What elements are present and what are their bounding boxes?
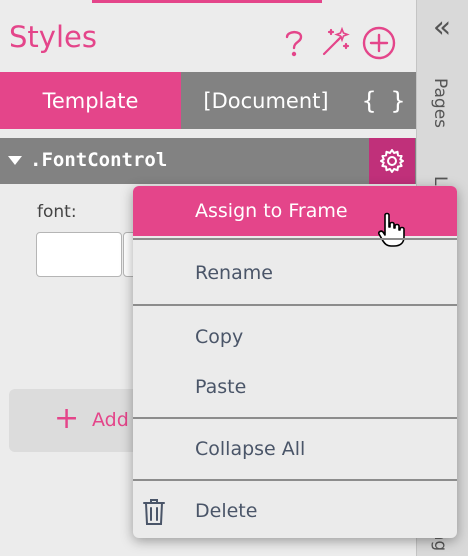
menu-item-copy[interactable]: Copy bbox=[133, 312, 457, 362]
tab-code-braces[interactable]: { } bbox=[351, 72, 416, 129]
triangle-down-icon[interactable] bbox=[6, 148, 24, 172]
menu-separator bbox=[133, 304, 457, 306]
gear-icon bbox=[380, 149, 404, 173]
context-menu: Assign to Frame Rename Copy Paste Collap… bbox=[133, 186, 457, 538]
tab-template[interactable]: Template bbox=[0, 72, 181, 129]
font-family-input[interactable] bbox=[36, 232, 122, 277]
menu-item-label: Assign to Frame bbox=[195, 200, 348, 222]
add-property-label: Add bbox=[92, 409, 129, 431]
menu-item-label: Rename bbox=[195, 262, 273, 284]
add-circle-icon[interactable] bbox=[360, 24, 398, 62]
magic-wand-icon[interactable] bbox=[319, 26, 351, 58]
font-property-label: font: bbox=[37, 202, 77, 222]
trash-icon bbox=[143, 499, 165, 525]
menu-separator bbox=[133, 479, 457, 481]
menu-separator bbox=[133, 238, 457, 240]
hand-pointer-icon bbox=[378, 212, 405, 247]
menu-item-label: Copy bbox=[195, 326, 244, 348]
menu-item-label: Collapse All bbox=[195, 438, 306, 460]
style-class-row[interactable]: .FontControl bbox=[0, 138, 416, 184]
menu-item-label: Paste bbox=[195, 376, 247, 398]
double-chevron-left-icon[interactable]: « bbox=[426, 13, 458, 44]
gear-button[interactable] bbox=[369, 138, 415, 184]
menu-item-assign-to-frame[interactable]: Assign to Frame bbox=[133, 186, 457, 247]
side-tab-pages[interactable]: Pages bbox=[430, 78, 450, 128]
tab-document[interactable]: [Document] bbox=[181, 72, 351, 129]
plus-icon: + bbox=[54, 401, 80, 436]
help-icon[interactable] bbox=[280, 26, 308, 60]
template-tabs: Template [Document] { } bbox=[0, 72, 416, 129]
panel-title: Styles bbox=[9, 20, 97, 54]
style-class-name: .FontControl bbox=[30, 149, 168, 171]
menu-separator bbox=[133, 417, 457, 419]
menu-item-delete[interactable]: Delete bbox=[133, 486, 457, 536]
top-accent-bar bbox=[92, 0, 322, 3]
menu-item-rename[interactable]: Rename bbox=[133, 248, 457, 298]
menu-item-label: Delete bbox=[195, 500, 258, 522]
side-tab-layers[interactable]: L bbox=[430, 176, 450, 185]
menu-item-paste[interactable]: Paste bbox=[133, 362, 457, 412]
menu-item-collapse-all[interactable]: Collapse All bbox=[133, 424, 457, 474]
